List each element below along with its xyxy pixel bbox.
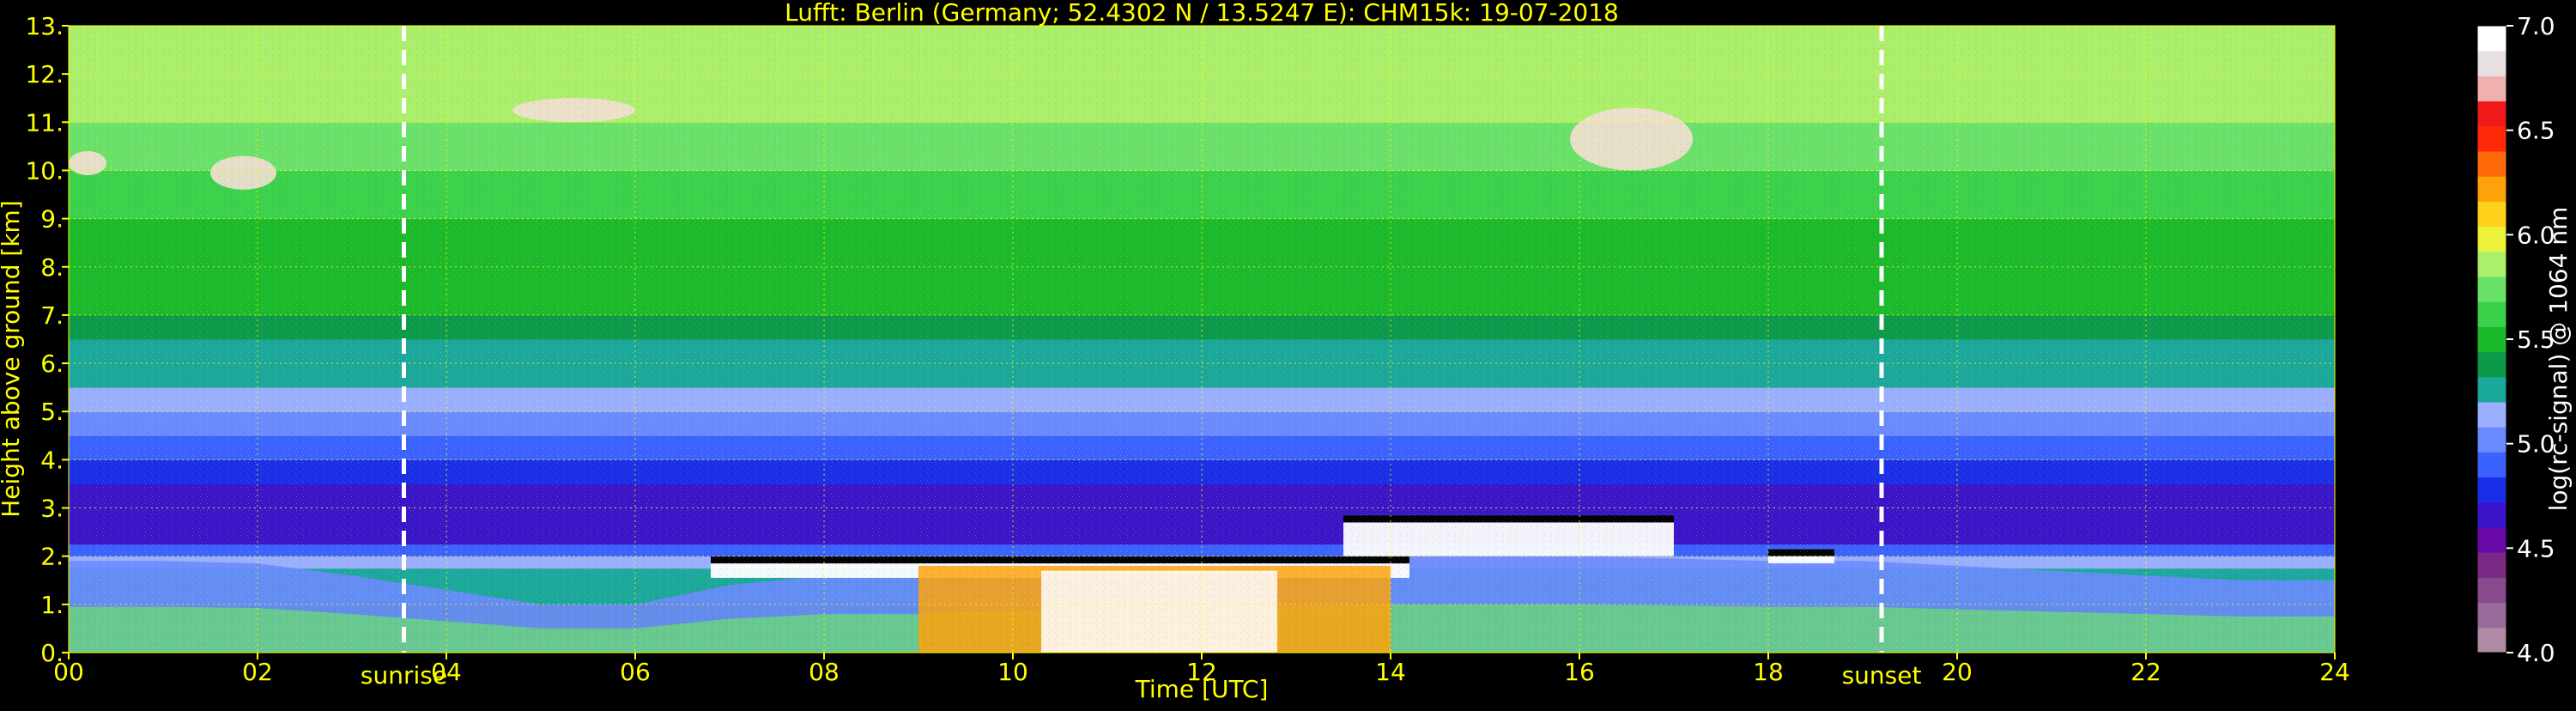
x-tick-label: 14 (1375, 658, 1406, 686)
y-tick-label: 0. (40, 639, 64, 667)
colorbar-segment (2477, 301, 2506, 327)
y-axis-ticks: 0. 1. 2. 3. 4. 5. 6. 7. 8. 9. 10. 11. 12. 13. (25, 12, 69, 667)
colorbar-segment (2477, 251, 2506, 277)
colorbar-segment (2477, 501, 2506, 528)
annotation-label: sunset (1842, 661, 1922, 690)
y-tick-label: 10. (25, 156, 64, 185)
y-tick-label: 4. (40, 446, 64, 474)
x-tick-label: 16 (1564, 658, 1595, 686)
ceilometer-chart: Lufft: Berlin (Germany; 52.4302 N / 13.5… (0, 0, 2573, 703)
lidar-figure: Lufft: Berlin (Germany; 52.4302 N / 13.5… (0, 0, 2576, 708)
colorbar-segment (2477, 151, 2506, 177)
y-tick-label: 9. (40, 205, 64, 234)
colorbar-segment (2477, 577, 2506, 604)
colorbar-segment (2477, 402, 2506, 428)
y-tick-label: 8. (40, 253, 64, 282)
x-tick-label: 18 (1753, 658, 1784, 686)
colorbar-segment (2477, 552, 2506, 578)
colorbar-segment (2477, 351, 2506, 378)
x-tick-label: 06 (620, 658, 651, 686)
colorbar-tick-label: 6.5 (2517, 117, 2555, 145)
x-tick-label: 08 (809, 658, 839, 686)
y-tick-label: 11. (25, 108, 64, 137)
chart-title: Lufft: Berlin (Germany; 52.4302 N / 13.5… (785, 0, 1619, 27)
colorbar-segment (2477, 427, 2506, 453)
colorbar-segment (2477, 26, 2506, 52)
colorbar-segment (2477, 76, 2506, 102)
colorbar-tick-label: 4.5 (2517, 534, 2555, 562)
colorbar-segment (2477, 477, 2506, 503)
colorbar-segment (2477, 176, 2506, 202)
colorbar-segment (2477, 100, 2506, 127)
colorbar-segment (2477, 276, 2506, 302)
colorbar-tick-label: 4.0 (2517, 639, 2555, 667)
y-tick-label: 2. (40, 543, 64, 571)
colorbar (2476, 25, 2507, 653)
colorbar-segment (2477, 226, 2506, 252)
colorbar-segment (2477, 376, 2506, 403)
y-tick-label: 3. (40, 495, 64, 523)
y-tick-label: 5. (40, 398, 64, 426)
x-tick-label: 02 (242, 658, 273, 686)
colorbar-tick-label: 7.0 (2517, 12, 2555, 40)
colorbar-segment (2477, 627, 2506, 653)
x-tick-label: 10 (997, 658, 1028, 686)
y-tick-label: 7. (40, 301, 64, 330)
x-tick-label: 24 (2319, 658, 2350, 686)
x-axis-label: Time [UTC] (1135, 675, 1269, 703)
colorbar-label: log(rc-signal) @ 1064 nm (2544, 207, 2573, 512)
colorbar-segment (2477, 602, 2506, 629)
colorbar-segment (2477, 326, 2506, 353)
colorbar-segment (2477, 125, 2506, 152)
colorbar-segment (2477, 527, 2506, 553)
y-axis-label: Height above ground [km] (0, 200, 25, 518)
colorbar-segment (2477, 452, 2506, 478)
y-tick-label: 12. (25, 60, 64, 88)
y-tick-label: 1. (40, 591, 64, 619)
colorbar-segment (2477, 51, 2506, 76)
x-tick-label: 04 (431, 658, 462, 686)
y-tick-label: 6. (40, 349, 64, 378)
x-tick-label: 22 (2131, 658, 2161, 686)
x-tick-label: 20 (1942, 658, 1973, 686)
colorbar-segment (2477, 201, 2506, 228)
y-tick-label: 13. (25, 12, 64, 40)
